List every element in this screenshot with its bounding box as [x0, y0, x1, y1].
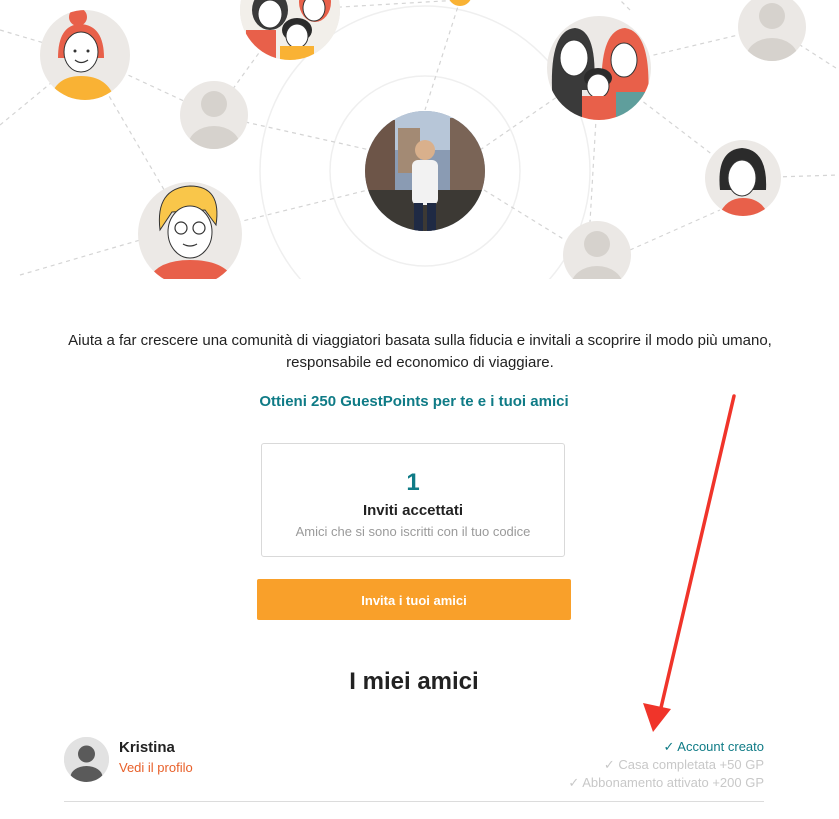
- intro-text: Aiuta a far crescere una comunità di via…: [68, 332, 772, 371]
- friend-avatar-illustration: [40, 10, 130, 100]
- step-subscription-activated: ✓ Abbonamento attivato +200 GP: [568, 775, 764, 790]
- invites-accepted-label: Inviti accettati: [362, 502, 464, 519]
- friend-name: Kristina: [119, 739, 175, 756]
- user-photo-avatar: [365, 111, 485, 231]
- friend-avatar-illustration: [705, 140, 781, 216]
- orange-dot: [449, 0, 471, 6]
- my-friends-title: I miei amici: [349, 668, 479, 695]
- friends-group-avatar-illustration: [240, 0, 340, 60]
- check-icon: ✓: [603, 757, 615, 772]
- family-avatar-illustration: [547, 16, 651, 120]
- invites-accepted-card: 1 Inviti accettati Amici che si sono isc…: [261, 443, 565, 557]
- friend-avatar-illustration: [138, 182, 242, 279]
- step-account-created: ✓ Account creato: [663, 739, 764, 754]
- invites-accepted-count: 1: [406, 469, 420, 496]
- view-profile-link[interactable]: Vedi il profilo: [119, 760, 193, 775]
- row-divider: [64, 801, 764, 802]
- check-icon: ✓: [568, 775, 580, 790]
- friends-network-illustration: [0, 0, 839, 279]
- placeholder-avatar: [180, 81, 248, 149]
- avatar[interactable]: [64, 737, 109, 782]
- invites-accepted-description: Amici che si sono iscritti con il tuo co…: [295, 524, 531, 539]
- friend-progress-steps: ✓ Account creato ✓ Casa completata +50 G…: [568, 738, 764, 792]
- check-icon: ✓: [663, 739, 675, 754]
- guestpoints-promo: Ottieni 250 GuestPoints per te e i tuoi …: [259, 393, 569, 410]
- placeholder-avatar: [738, 0, 806, 61]
- step-home-completed: ✓ Casa completata +50 GP: [603, 757, 764, 772]
- user-silhouette-icon: [64, 737, 109, 782]
- placeholder-avatar: [563, 221, 631, 279]
- invite-friends-button[interactable]: Invita i tuoi amici: [257, 579, 571, 620]
